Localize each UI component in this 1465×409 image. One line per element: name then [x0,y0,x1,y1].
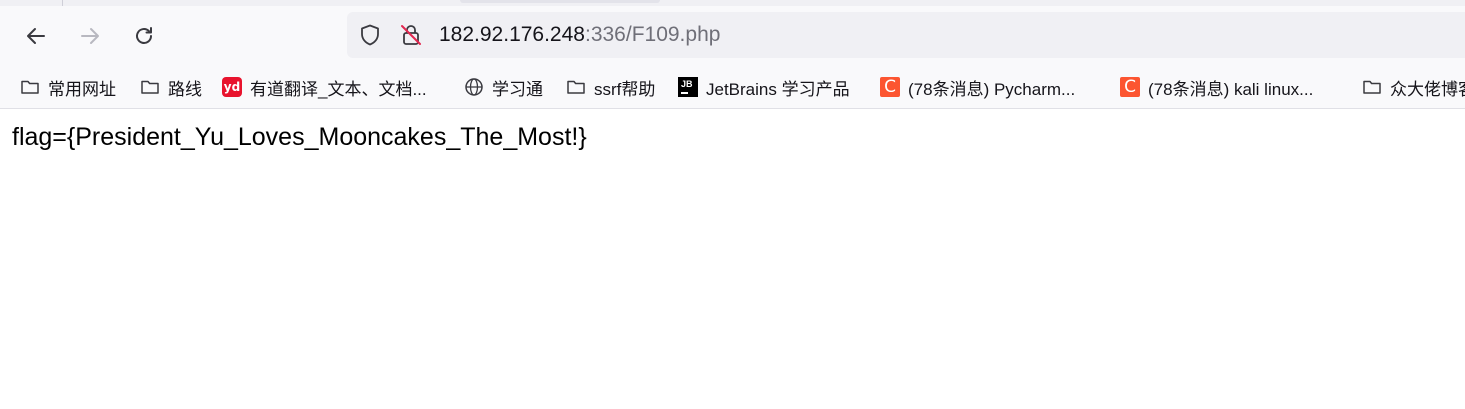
url-host: 182.92.176.248 [439,23,585,46]
bookmark-dalao-blog[interactable]: 众大佬博客 [1362,70,1465,104]
csdn-icon: C [1120,77,1140,97]
jetbrains-icon-text: JB [681,79,693,89]
bookmark-youdao[interactable]: yd 有道翻译_文本、文档... [222,70,427,104]
bookmark-label: JetBrains 学习产品 [706,79,850,99]
bookmark-label: 路线 [168,79,202,99]
bookmark-label: (78条消息) kali linux... [1148,79,1314,99]
folder-icon [140,77,160,97]
back-button[interactable] [20,20,52,52]
bookmark-xuexitong[interactable]: 学习通 [464,70,543,104]
address-bar[interactable]: 182.92.176.248:336/F109.php [347,12,1465,58]
bookmark-label: (78条消息) Pycharm... [908,79,1076,99]
url-path: :336/F109.php [584,23,721,46]
url-text[interactable]: 182.92.176.248:336/F109.php [439,23,720,47]
tab-strip [0,0,1465,6]
folder-icon [566,77,586,97]
bookmark-csdn-kali[interactable]: C (78条消息) kali linux... [1120,70,1313,104]
shield-icon[interactable] [358,23,382,47]
globe-icon [464,77,484,97]
bookmark-label: ssrf帮助 [594,79,656,99]
active-tab-edge[interactable] [460,0,660,3]
bookmark-label: 常用网址 [48,79,116,99]
bookmark-label: 有道翻译_文本、文档... [250,79,427,99]
bookmark-csdn-pycharm[interactable]: C (78条消息) Pycharm... [880,70,1075,104]
reload-icon [136,27,152,44]
folder-icon [20,77,40,97]
jetbrains-icon: JB [678,77,698,97]
bookmark-label: 学习通 [492,79,543,99]
jetbrains-underline [681,92,688,94]
arrow-right-icon [81,28,99,44]
csdn-icon: C [880,77,900,97]
tab-divider [62,0,63,6]
bookmark-luxian[interactable]: 路线 [140,70,202,104]
youdao-icon: yd [222,77,242,97]
bookmark-jetbrains[interactable]: JB JetBrains 学习产品 [678,70,850,104]
reload-button[interactable] [128,20,160,52]
forward-button[interactable] [74,20,106,52]
browser-chrome: 182.92.176.248:336/F109.php 常用网址 路线 yd 有… [0,0,1465,109]
page-flag-text: flag={President_Yu_Loves_Mooncakes_The_M… [12,123,587,151]
insecure-lock-icon[interactable] [399,23,423,47]
folder-icon [1362,77,1382,97]
bookmark-label: 众大佬博客 [1390,79,1465,99]
bookmark-changyong[interactable]: 常用网址 [20,70,116,104]
bookmarks-toolbar: 常用网址 路线 yd 有道翻译_文本、文档... 学习通 ssrf帮助 JB J… [0,70,1465,104]
bookmark-ssrf[interactable]: ssrf帮助 [566,70,655,104]
arrow-left-icon [27,28,45,44]
